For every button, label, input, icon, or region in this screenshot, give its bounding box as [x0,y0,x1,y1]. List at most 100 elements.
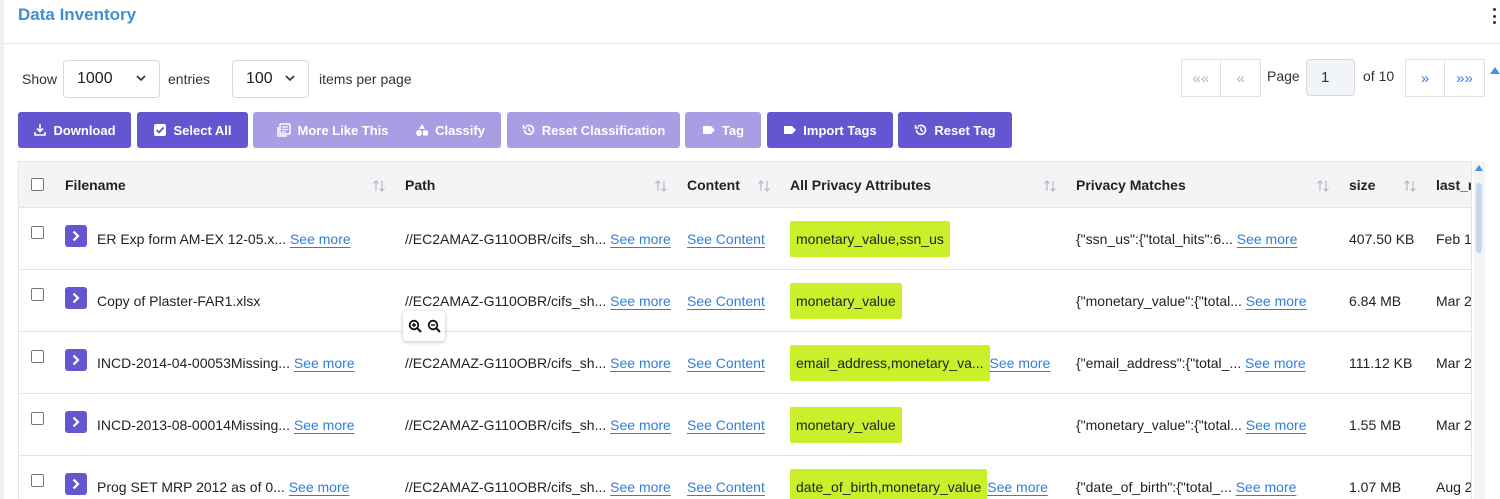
see-more-link[interactable]: See more [610,417,671,433]
tag-button[interactable]: Tag [685,112,761,148]
download-button[interactable]: Download [18,112,131,148]
items-per-page-label: items per page [319,71,412,87]
see-content-link[interactable]: See Content [687,231,765,247]
see-more-link[interactable]: See more [289,479,350,495]
pagination-prev-group: «« « [1181,59,1261,97]
sort-icon[interactable] [654,179,668,193]
page-left-edge [0,0,4,499]
prev-page-button[interactable]: « [1221,59,1261,97]
size-cell: 407.50 KB [1349,230,1415,247]
expand-row-button[interactable] [65,411,87,433]
expand-row-button[interactable] [65,287,87,309]
expand-row-button[interactable] [65,473,87,495]
table-row: Copy of Plaster-FAR1.xlsx //EC2AMAZ-G110… [19,270,1471,332]
column-header-content[interactable]: Content [687,162,740,208]
see-content-link[interactable]: See Content [687,355,765,371]
path-cell: //EC2AMAZ-G110OBR/cifs_sh... See more [405,208,671,269]
see-more-link[interactable]: See more [610,479,671,495]
path-text: //EC2AMAZ-G110OBR/cifs_sh... [405,478,607,495]
sort-icon[interactable] [372,179,386,193]
expand-row-button[interactable] [65,349,87,371]
see-more-link[interactable]: See more [610,293,671,309]
content-cell: See Content [687,270,765,331]
content-cell: See Content [687,394,765,455]
size-cell: 1.07 MB [1349,478,1402,495]
items-per-page-select[interactable]: 100 [232,60,309,98]
column-header-filename[interactable]: Filename [65,162,126,208]
see-content-link[interactable]: See Content [687,479,765,495]
row-checkbox[interactable] [31,474,44,487]
entries-select[interactable]: 1000 [63,60,160,98]
see-more-link[interactable]: See more [1236,479,1297,495]
filename-text: INCD-2013-08-00014Missing... [97,416,290,433]
see-more-link[interactable]: See more [1246,293,1307,309]
reset-classification-button[interactable]: Reset Classification [507,112,680,148]
pagination-next-group: » »» [1405,59,1485,97]
see-more-link[interactable]: See more [1237,231,1298,247]
table-row: INCD-2014-04-00053Missing... See more //… [19,332,1471,394]
scrollbar-thumb[interactable] [1476,183,1482,253]
column-header-last-modified[interactable]: last_m [1436,162,1471,208]
expand-row-button[interactable] [65,225,87,247]
select-all-button[interactable]: Select All [137,112,248,148]
zoom-in-icon[interactable] [408,319,422,333]
sort-icon[interactable] [1316,179,1330,193]
see-content-link[interactable]: See Content [687,417,765,433]
size-cell: 6.84 MB [1349,292,1402,309]
see-more-link[interactable]: See more [1245,355,1306,371]
reset-tag-button[interactable]: Reset Tag [898,112,1012,148]
see-more-link[interactable]: See more [610,231,671,247]
see-more-link[interactable]: See more [1246,417,1307,433]
privacy-attributes-highlight: email_address,monetary_va... [790,344,990,381]
privacy-attributes-cell: monetary_value [790,394,902,455]
see-content-link[interactable]: See Content [687,293,765,309]
sort-icon[interactable] [757,179,771,193]
see-more-link[interactable]: See more [294,355,355,371]
column-header-privacy-attributes[interactable]: All Privacy Attributes [790,162,931,208]
privacy-attributes-highlight: monetary_value [790,406,902,443]
row-checkbox[interactable] [31,412,44,425]
privacy-matches-cell: {"ssn_us":{"total_hits":6... See more [1076,208,1297,269]
scroll-up-arrow-icon[interactable] [1475,165,1483,171]
page-title: Data Inventory [18,5,137,24]
table-scrollbar[interactable] [1474,161,1485,499]
next-page-button[interactable]: » [1405,59,1445,97]
privacy-attributes-cell: email_address,monetary_va... See more [790,332,1050,393]
tag-icon [702,126,715,134]
scroll-up-arrow-icon[interactable] [1490,67,1500,74]
path-text: //EC2AMAZ-G110OBR/cifs_sh... [405,354,607,371]
see-more-link[interactable]: See more [990,355,1051,371]
column-header-path[interactable]: Path [405,162,435,208]
page-label: Page [1267,68,1300,84]
privacy-matches-text: {"monetary_value":{"total... [1076,416,1242,433]
page-number-input[interactable]: 1 [1306,59,1355,96]
import-tags-button[interactable]: Import Tags [767,112,893,148]
privacy-attributes-highlight: date_of_birth,monetary_value [790,468,988,499]
sort-icon[interactable] [1043,179,1057,193]
see-more-link[interactable]: See more [610,355,671,371]
see-more-link[interactable]: See more [290,231,351,247]
zoom-out-icon[interactable] [427,319,441,333]
history-icon [915,124,927,136]
see-more-link[interactable]: See more [987,479,1048,495]
content-cell: See Content [687,208,765,269]
privacy-matches-text: {"email_address":{"total_... [1076,354,1242,371]
more-options-icon[interactable] [1490,6,1498,26]
more-like-this-label: More Like This [297,122,389,138]
last-page-button[interactable]: »» [1445,59,1485,97]
column-header-privacy-matches[interactable]: Privacy Matches [1076,162,1186,208]
row-checkbox[interactable] [31,288,44,301]
see-more-link[interactable]: See more [294,417,355,433]
column-header-size[interactable]: size [1349,162,1375,208]
row-checkbox[interactable] [31,226,44,239]
more-like-this-button[interactable]: More Like This [253,112,413,148]
sort-icon[interactable] [1403,179,1417,193]
select-all-rows-checkbox[interactable] [31,178,44,191]
first-page-button[interactable]: «« [1181,59,1221,97]
entries-select-value: 1000 [77,70,113,87]
content-cell: See Content [687,456,765,499]
classify-button[interactable]: Classify [399,112,501,148]
row-checkbox[interactable] [31,350,44,363]
privacy-attributes-cell: date_of_birth,monetary_value See more [790,456,1048,499]
chevron-right-icon [72,478,80,490]
